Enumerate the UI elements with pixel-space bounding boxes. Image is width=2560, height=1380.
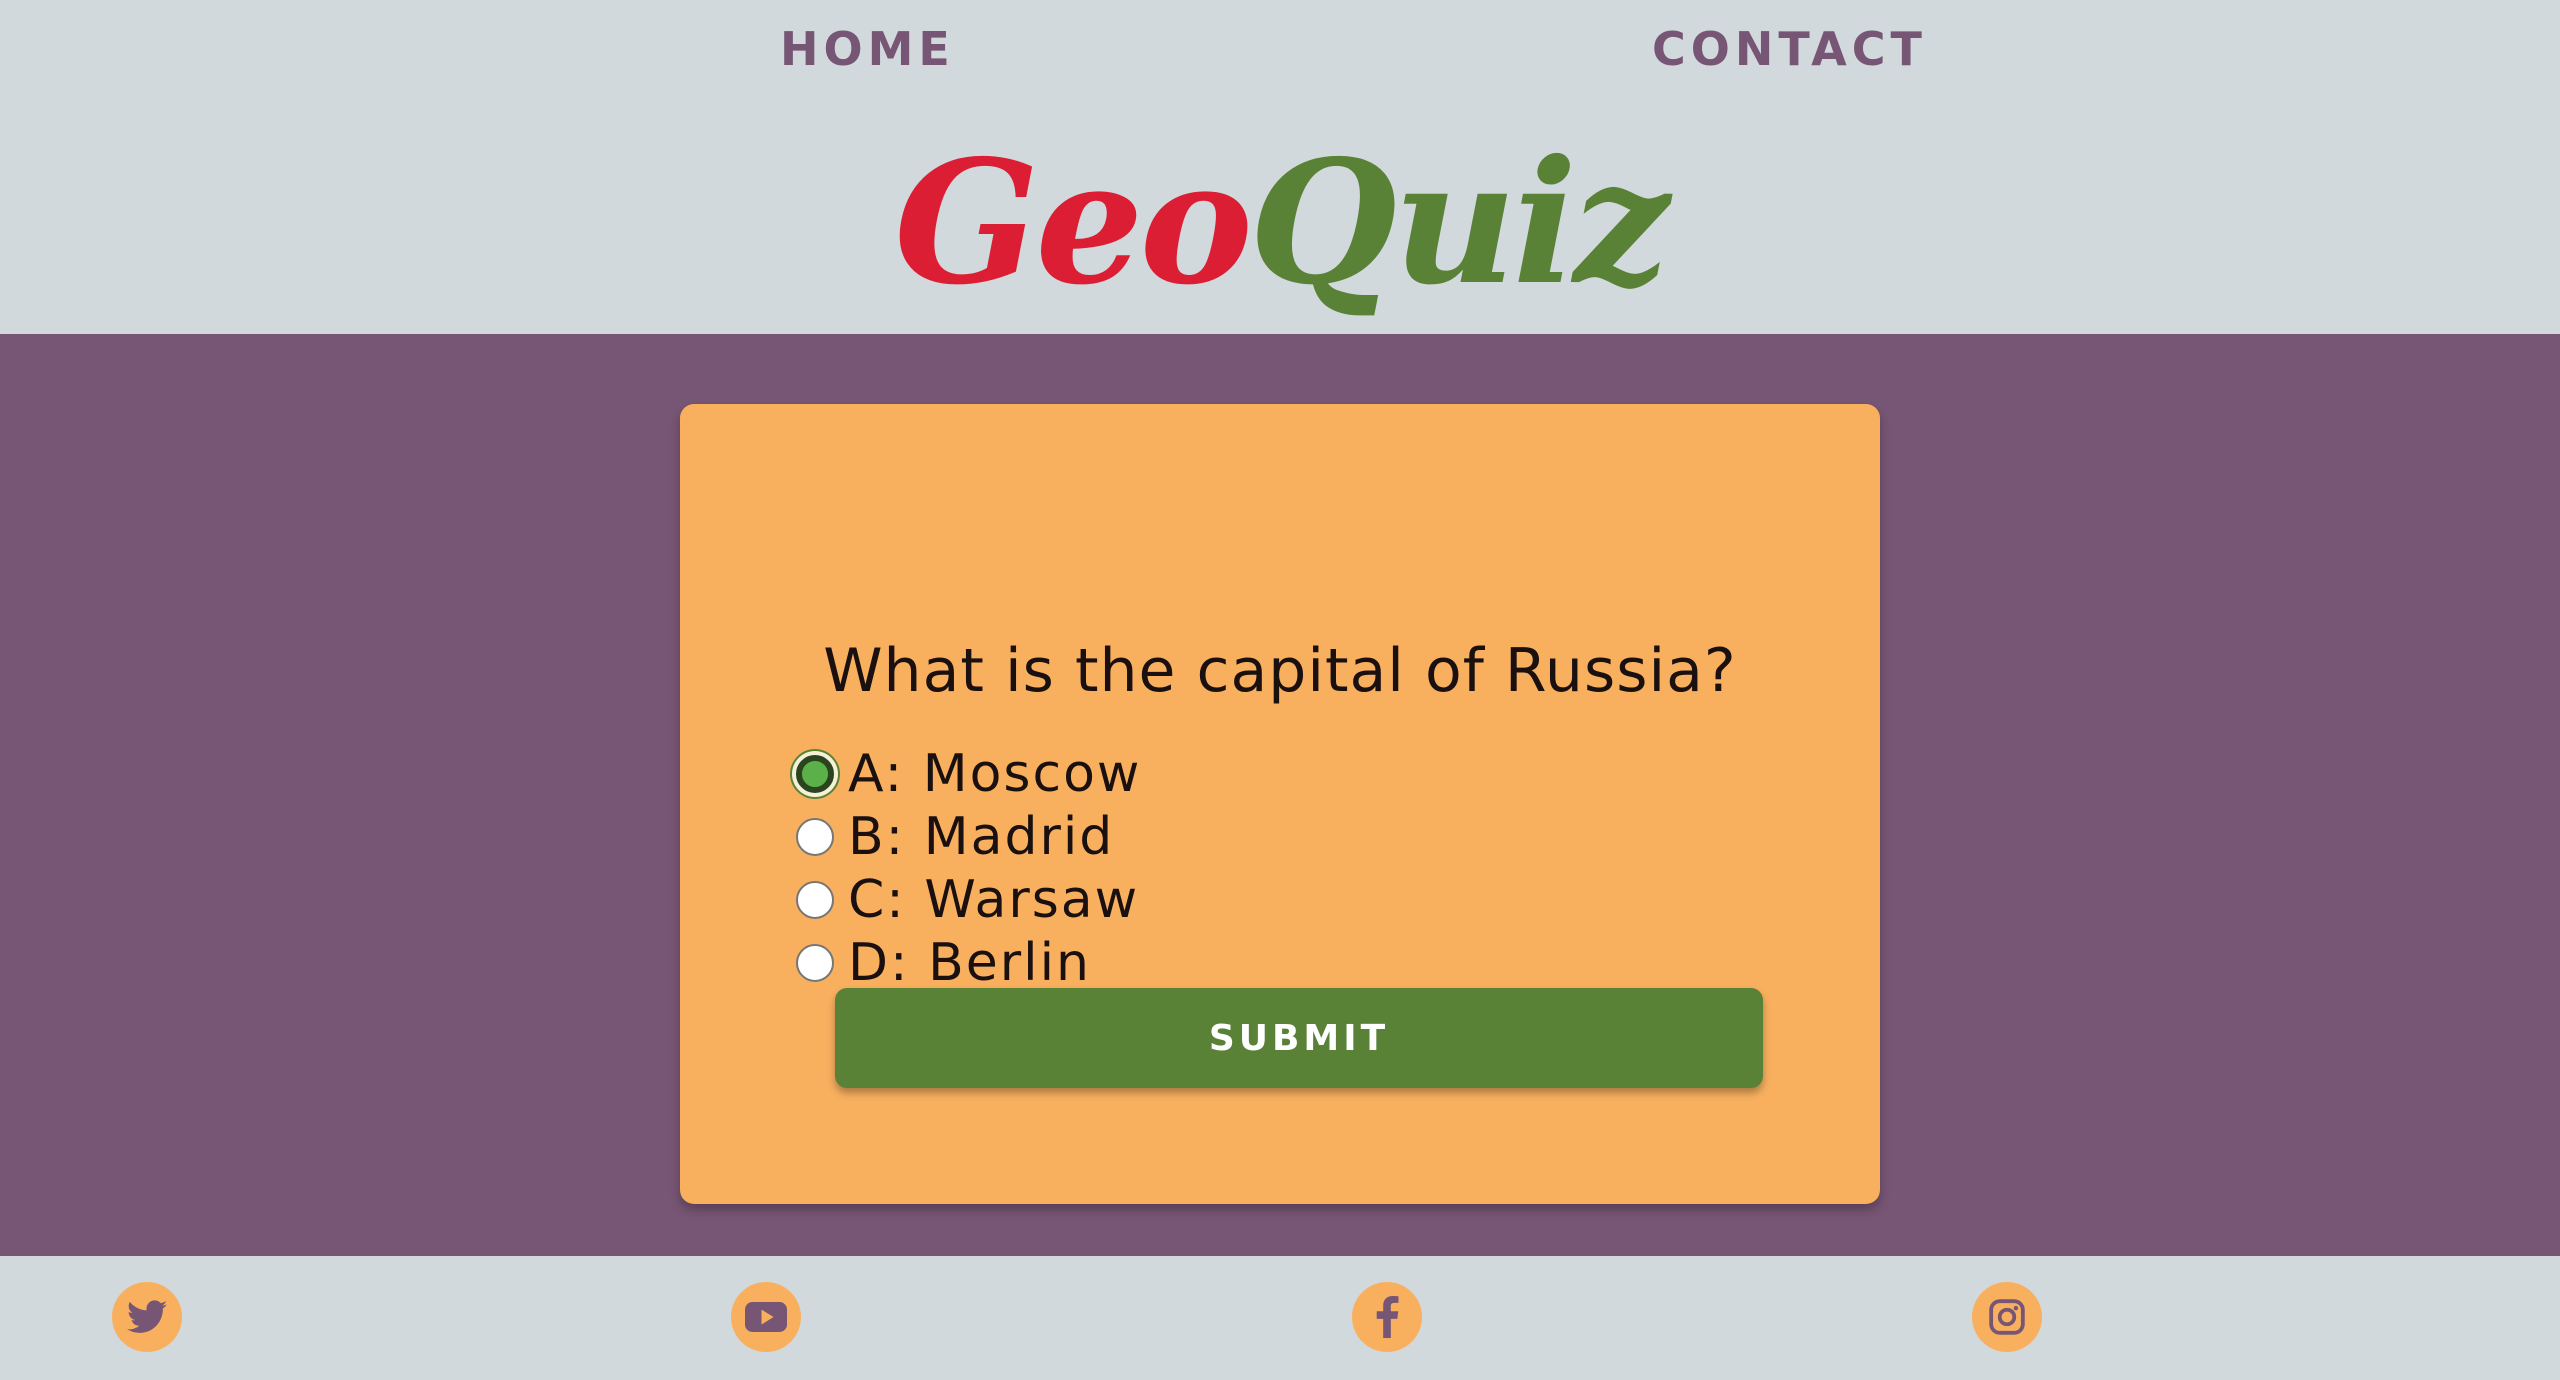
- nav-contact-link[interactable]: CONTACT: [1652, 22, 1927, 76]
- radio-c[interactable]: [796, 880, 834, 919]
- twitter-icon: [127, 1300, 167, 1333]
- logo-geo-text: Geo: [894, 123, 1253, 323]
- nav-home-link[interactable]: HOME: [780, 22, 955, 76]
- answer-option-c[interactable]: C: Warsaw: [796, 868, 1141, 931]
- main-section: What is the capital of Russia? A: Moscow…: [0, 334, 2560, 1256]
- site-logo: GeoQuiz: [0, 128, 2560, 318]
- answer-option-a[interactable]: A: Moscow: [796, 742, 1141, 805]
- answer-option-d[interactable]: D: Berlin: [796, 931, 1141, 994]
- logo-quiz-text: Quiz: [1248, 123, 1670, 323]
- answer-label-a: A: Moscow: [848, 743, 1142, 804]
- quiz-card: What is the capital of Russia? A: Moscow…: [680, 404, 1880, 1204]
- radio-a[interactable]: [796, 754, 834, 793]
- answer-label-d: D: Berlin: [848, 932, 1091, 993]
- site-header: HOME CONTACT GeoQuiz: [0, 0, 2560, 334]
- site-footer: [0, 1256, 2560, 1380]
- facebook-icon: [1376, 1296, 1399, 1338]
- submit-button[interactable]: SUBMIT: [835, 988, 1763, 1088]
- radio-d[interactable]: [796, 943, 834, 982]
- youtube-icon: [745, 1302, 787, 1332]
- facebook-link[interactable]: [1352, 1282, 1422, 1352]
- twitter-link[interactable]: [112, 1282, 182, 1352]
- radio-b[interactable]: [796, 817, 834, 856]
- answer-option-b[interactable]: B: Madrid: [796, 805, 1141, 868]
- youtube-link[interactable]: [731, 1282, 801, 1352]
- instagram-icon: [1989, 1299, 2025, 1335]
- instagram-link[interactable]: [1972, 1282, 2042, 1352]
- question-text: What is the capital of Russia?: [823, 636, 1737, 706]
- answer-options: A: Moscow B: Madrid C: Warsaw D: Berlin: [796, 742, 1141, 994]
- answer-label-b: B: Madrid: [848, 806, 1115, 867]
- answer-label-c: C: Warsaw: [848, 869, 1140, 930]
